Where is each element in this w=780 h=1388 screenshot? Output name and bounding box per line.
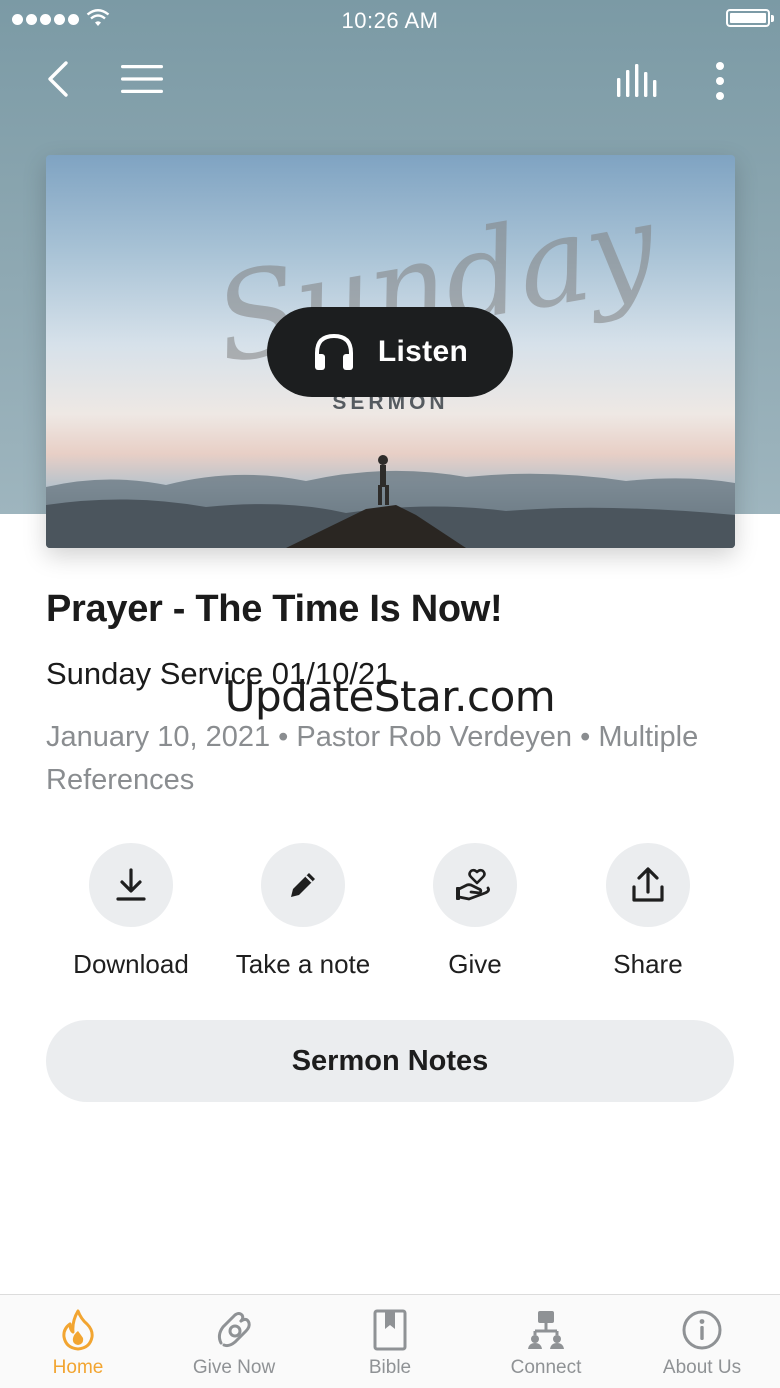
- watermark-text: UpdateStar.com: [224, 672, 556, 721]
- download-icon: [116, 868, 146, 901]
- tab-home[interactable]: Home: [0, 1295, 156, 1388]
- take-note-label: Take a note: [235, 949, 371, 979]
- share-button[interactable]: Share: [558, 843, 738, 980]
- give-hand-heart-icon: [456, 868, 490, 901]
- give-button[interactable]: Give: [385, 843, 565, 980]
- pencil-icon: [291, 873, 315, 897]
- hamburger-icon: [121, 65, 163, 93]
- take-note-circle: [261, 843, 345, 927]
- tab-about-us[interactable]: About Us: [624, 1295, 780, 1388]
- sermon-meta: January 10, 2021 • Pastor Rob Verdeyen •…: [46, 721, 699, 796]
- connect-icon: [528, 1311, 564, 1349]
- give-now-icon: [217, 1312, 251, 1348]
- back-icon: [48, 61, 68, 97]
- back-button[interactable]: [36, 52, 80, 106]
- download-label: Download: [73, 949, 189, 979]
- tab-bar: Home Give Now Bible Connect About Us: [0, 1294, 780, 1388]
- tab-connect-label: Connect: [510, 1357, 582, 1378]
- sermon-notes-button[interactable]: Sermon Notes: [46, 1020, 734, 1102]
- listen-label: Listen: [377, 335, 469, 368]
- share-icon: [632, 867, 664, 902]
- battery-icon: [726, 9, 774, 27]
- tab-give-now[interactable]: Give Now: [156, 1295, 312, 1388]
- more-options-button[interactable]: [700, 54, 740, 108]
- status-bar: 10:26 AM: [0, 0, 780, 40]
- give-label: Give: [448, 949, 502, 979]
- tab-about-us-label: About Us: [662, 1357, 742, 1378]
- give-circle: [433, 843, 517, 927]
- tab-give-now-label: Give Now: [192, 1357, 276, 1378]
- bible-icon: [373, 1309, 407, 1351]
- audio-bars-icon: [617, 64, 657, 97]
- vertical-dots-icon: [716, 62, 724, 100]
- tab-home-label: Home: [52, 1357, 104, 1378]
- flame-icon: [62, 1309, 94, 1351]
- status-time: 10:26 AM: [341, 8, 439, 33]
- sermon-title: Prayer - The Time Is Now!: [46, 588, 503, 630]
- share-label: Share: [613, 949, 683, 979]
- download-button[interactable]: Download: [41, 843, 221, 980]
- tab-bible[interactable]: Bible: [312, 1295, 468, 1388]
- share-circle: [606, 843, 690, 927]
- headphones-icon: [314, 333, 353, 370]
- menu-button[interactable]: [112, 52, 172, 106]
- sermon-artwork: Sunday SERMON Listen: [46, 155, 735, 548]
- listen-button[interactable]: Listen: [267, 307, 513, 397]
- tab-bible-label: Bible: [368, 1357, 412, 1378]
- tab-connect[interactable]: Connect: [468, 1295, 624, 1388]
- audio-levels-button[interactable]: [608, 54, 668, 108]
- download-circle: [89, 843, 173, 927]
- info-icon: [682, 1310, 722, 1350]
- take-note-button[interactable]: Take a note: [213, 843, 393, 980]
